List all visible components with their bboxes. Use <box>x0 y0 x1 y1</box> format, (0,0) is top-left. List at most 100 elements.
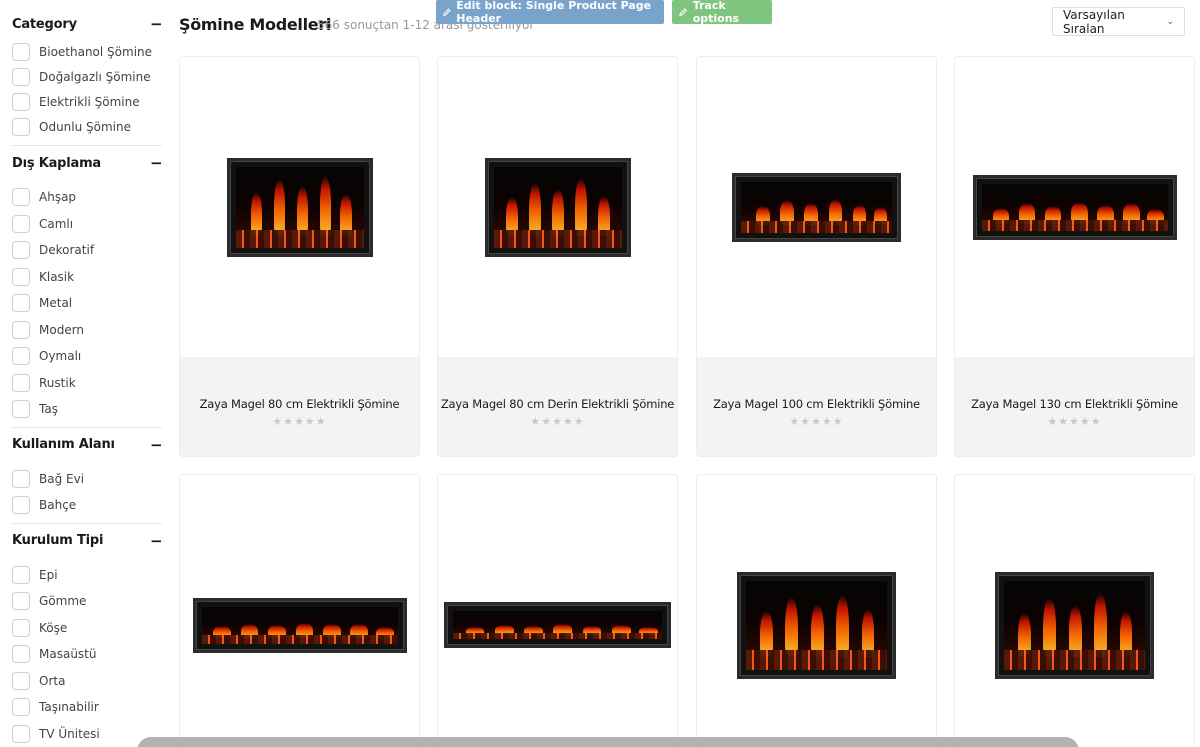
product-card[interactable] <box>179 474 420 747</box>
sort-select[interactable]: Varsayılan Sıralan ⌄ <box>1052 7 1185 36</box>
chevron-down-icon: ⌄ <box>1166 16 1174 27</box>
checkbox[interactable] <box>12 320 30 339</box>
filter-sidebar: Category − Bioethanol Şömine Doğalgazlı … <box>0 0 170 747</box>
filter-option[interactable]: Rustik <box>12 370 162 397</box>
product-card[interactable]: Zaya Magel 100 cm Elektrikli Şömine ★★★★… <box>696 56 937 457</box>
filter-option-label: Klasik <box>39 269 75 284</box>
filter-option[interactable]: Köşe <box>12 615 162 642</box>
filter-option-label: Elektrikli Şömine <box>39 94 140 109</box>
checkbox[interactable] <box>12 92 30 111</box>
collapse-icon[interactable]: − <box>150 436 163 454</box>
filter-dis-kaplama-header[interactable]: Dış Kaplama − <box>12 148 163 178</box>
checkbox[interactable] <box>12 241 30 260</box>
checkbox[interactable] <box>12 645 30 664</box>
checkbox[interactable] <box>12 214 30 233</box>
checkbox[interactable] <box>12 592 30 611</box>
filter-option-label: Bağ Evi <box>39 471 85 486</box>
filter-option[interactable]: Epi <box>12 562 162 589</box>
checkbox[interactable] <box>12 698 30 717</box>
pencil-icon <box>443 8 451 16</box>
filter-option[interactable]: Oymalı <box>12 343 162 370</box>
product-card[interactable]: Zaya Magel 80 cm Elektrikli Şömine ★★★★★ <box>179 56 420 457</box>
checkbox[interactable] <box>12 400 30 419</box>
filter-option[interactable]: Bağ Evi <box>12 466 162 493</box>
filter-category-header[interactable]: Category − <box>12 9 163 39</box>
fireplace-image <box>972 174 1177 240</box>
filter-option[interactable]: Metal <box>12 290 162 317</box>
product-card[interactable]: Zaya Magel 130 cm Elektrikli Şömine ★★★★… <box>954 56 1195 457</box>
filter-option-label: Masaüstü <box>39 647 97 662</box>
fireplace-image <box>484 157 631 257</box>
checkbox[interactable] <box>12 373 30 392</box>
checkbox[interactable] <box>12 294 30 313</box>
checkbox[interactable] <box>12 565 30 584</box>
checkbox[interactable] <box>12 469 30 488</box>
filter-option[interactable]: Masaüstü <box>12 641 162 668</box>
filter-option[interactable]: Elektrikli Şömine <box>12 89 162 114</box>
filter-option-label: Taş <box>39 402 58 417</box>
checkbox[interactable] <box>12 618 30 637</box>
filter-option[interactable]: Odunlu Şömine <box>12 114 162 139</box>
product-image[interactable] <box>955 57 1194 357</box>
product-image[interactable] <box>955 475 1194 747</box>
product-image[interactable] <box>438 57 677 357</box>
product-card[interactable] <box>954 474 1195 747</box>
checkbox[interactable] <box>12 671 30 690</box>
checkbox[interactable] <box>12 347 30 366</box>
product-info: Zaya Magel 100 cm Elektrikli Şömine ★★★★… <box>697 357 936 456</box>
filter-option[interactable]: Klasik <box>12 264 162 291</box>
filter-dis-kaplama-title: Dış Kaplama <box>12 155 102 171</box>
filter-option-label: Bahçe <box>39 498 77 513</box>
track-options-button[interactable]: Track options <box>672 0 772 25</box>
filter-option-label: Camlı <box>39 216 74 231</box>
collapse-icon[interactable]: − <box>150 532 163 550</box>
filter-option[interactable]: Gömme <box>12 588 162 615</box>
product-image[interactable] <box>180 475 419 747</box>
product-image[interactable] <box>697 57 936 357</box>
filter-option[interactable]: Orta <box>12 668 162 695</box>
product-image[interactable] <box>438 475 677 747</box>
product-name[interactable]: Zaya Magel 130 cm Elektrikli Şömine <box>955 397 1194 411</box>
filter-category-title: Category <box>12 16 77 32</box>
filter-option[interactable]: Taş <box>12 396 162 423</box>
checkbox[interactable] <box>12 42 30 61</box>
filter-option-label: TV Ünitesi <box>39 726 100 741</box>
filter-option[interactable]: Modern <box>12 317 162 344</box>
filter-option[interactable]: Camlı <box>12 211 162 238</box>
checkbox[interactable] <box>12 67 30 86</box>
filter-option[interactable]: Taşınabilir <box>12 694 162 721</box>
product-rating: ★★★★★ <box>789 415 844 428</box>
filter-option[interactable]: Dekoratif <box>12 237 162 264</box>
filter-option-label: Orta <box>39 673 66 688</box>
collapse-icon[interactable]: − <box>150 154 163 172</box>
checkbox[interactable] <box>12 496 30 515</box>
filter-option-label: Taşınabilir <box>39 700 99 715</box>
edit-block-button[interactable]: Edit block: Single Product Page Header <box>436 0 664 25</box>
product-name[interactable]: Zaya Magel 80 cm Derin Elektrikli Şömine <box>438 397 677 411</box>
checkbox[interactable] <box>12 267 30 286</box>
filter-dis-kaplama: Dış Kaplama − Ahşap Camlı Dekoratif Klas… <box>12 146 163 428</box>
filter-option[interactable]: Ahşap <box>12 184 162 211</box>
product-image[interactable] <box>180 57 419 357</box>
product-name[interactable]: Zaya Magel 100 cm Elektrikli Şömine <box>697 397 936 411</box>
filter-option[interactable]: Doğalgazlı Şömine <box>12 64 162 89</box>
filter-option-label: Oymalı <box>39 349 82 364</box>
checkbox[interactable] <box>12 188 30 207</box>
checkbox[interactable] <box>12 724 30 743</box>
product-card[interactable]: Zaya Magel 80 cm Derin Elektrikli Şömine… <box>437 56 678 457</box>
pencil-icon <box>679 8 688 17</box>
filter-option-label: Doğalgazlı Şömine <box>39 69 151 84</box>
sort-select-value: Varsayılan Sıralan <box>1063 7 1125 36</box>
product-card[interactable] <box>437 474 678 747</box>
product-name[interactable]: Zaya Magel 80 cm Elektrikli Şömine <box>180 397 419 411</box>
filter-kurulum-tipi-header[interactable]: Kurulum Tipi − <box>12 526 163 556</box>
product-card[interactable] <box>696 474 937 747</box>
filter-option[interactable]: Bioethanol Şömine <box>12 39 162 64</box>
product-image[interactable] <box>697 475 936 747</box>
filter-kullanim-alani-header[interactable]: Kullanım Alanı − <box>12 430 163 460</box>
checkbox[interactable] <box>12 117 30 136</box>
filter-option-label: Bioethanol Şömine <box>39 44 153 59</box>
filter-option[interactable]: Bahçe <box>12 492 162 519</box>
edit-block-label: Edit block: Single Product Page Header <box>456 0 652 25</box>
collapse-icon[interactable]: − <box>150 15 163 33</box>
